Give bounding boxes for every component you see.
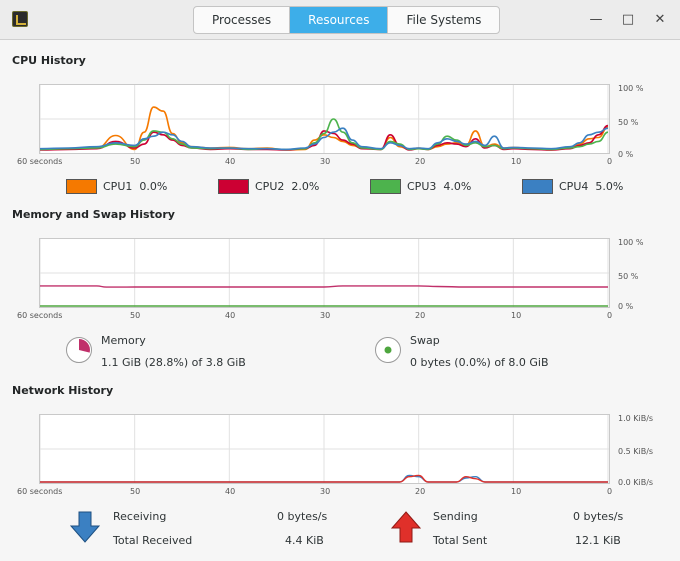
network-y-label-05: 0.5 KiB/s xyxy=(618,447,654,456)
memory-value: 1.1 GiB (28.8%) of 3.8 GiB xyxy=(101,356,246,369)
cpu3-color-swatch[interactable] xyxy=(370,178,401,194)
swap-label: Swap xyxy=(410,334,440,347)
sending-label: Sending xyxy=(433,510,478,523)
memory-x-label: 30 xyxy=(320,311,331,320)
cpu1-name: CPU1 xyxy=(103,179,133,193)
total-sent-value: 12.1 KiB xyxy=(575,534,621,547)
close-button[interactable]: ✕ xyxy=(650,10,670,30)
cpu1-value: 0.0% xyxy=(139,179,168,193)
receiving-arrow-icon xyxy=(70,511,100,543)
cpu-y-label-0: 0 % xyxy=(618,150,634,159)
cpu-x-label: 10 xyxy=(511,157,522,166)
memory-x-label: 60 seconds xyxy=(17,311,63,320)
cpu3-value: 4.0% xyxy=(443,179,472,193)
total-received-value: 4.4 KiB xyxy=(285,534,324,547)
cpu2-value: 2.0% xyxy=(291,179,320,193)
swap-pie-icon[interactable] xyxy=(374,336,402,364)
network-x-label: 40 xyxy=(225,487,236,496)
network-x-label: 10 xyxy=(511,487,522,496)
title-bar: Processes Resources File Systems — □ ✕ xyxy=(0,0,680,40)
network-y-label-1: 1.0 KiB/s xyxy=(618,414,654,423)
memory-y-label-100: 100 % xyxy=(618,238,644,247)
network-x-label: 30 xyxy=(320,487,331,496)
network-y-label-0: 0.0 KiB/s xyxy=(618,478,654,487)
cpu-y-label-100: 100 % xyxy=(618,84,644,93)
cpu4-value: 5.0% xyxy=(595,179,624,193)
cpu-y-label-50: 50 % xyxy=(618,118,639,127)
view-tabs: Processes Resources File Systems xyxy=(193,6,501,34)
sending-value: 0 bytes/s xyxy=(573,510,624,523)
network-x-label: 20 xyxy=(415,487,426,496)
cpu1-color-swatch[interactable] xyxy=(66,178,97,194)
network-graph xyxy=(39,414,610,484)
memory-label: Memory xyxy=(101,334,146,347)
cpu1-legend[interactable]: CPU1 0.0% xyxy=(66,177,167,195)
tab-processes[interactable]: Processes xyxy=(194,7,291,33)
minimize-button[interactable]: — xyxy=(586,10,606,30)
network-x-label: 50 xyxy=(130,487,141,496)
tab-resources[interactable]: Resources xyxy=(290,7,389,33)
cpu4-name: CPU4 xyxy=(559,179,589,193)
sending-arrow-icon xyxy=(391,511,421,543)
total-received-label: Total Received xyxy=(113,534,193,547)
memory-graph xyxy=(39,238,610,308)
swap-pie-slice xyxy=(384,346,392,354)
cpu4-color-swatch[interactable] xyxy=(522,178,553,194)
tab-file-systems[interactable]: File Systems xyxy=(388,7,499,33)
cpu3-name: CPU3 xyxy=(407,179,437,193)
total-sent-label: Total Sent xyxy=(433,534,488,547)
cpu-history-title: CPU History xyxy=(12,54,86,67)
memory-y-label-50: 50 % xyxy=(618,272,639,281)
cpu-x-label: 50 xyxy=(130,157,141,166)
cpu-x-label: 0 xyxy=(607,157,613,166)
swap-value: 0 bytes (0.0%) of 8.0 GiB xyxy=(410,356,549,369)
network-chart-svg xyxy=(40,415,609,483)
cpu-x-label: 40 xyxy=(225,157,236,166)
memory-x-label: 20 xyxy=(415,311,426,320)
cpu-chart-svg xyxy=(40,85,609,153)
memory-chart-svg xyxy=(40,239,609,307)
network-x-label: 0 xyxy=(607,487,613,496)
cpu2-legend[interactable]: CPU2 2.0% xyxy=(218,177,319,195)
receiving-label: Receiving xyxy=(113,510,167,523)
cpu3-legend[interactable]: CPU3 4.0% xyxy=(370,177,471,195)
network-x-label: 60 seconds xyxy=(17,487,63,496)
cpu2-name: CPU2 xyxy=(255,179,285,193)
maximize-button[interactable]: □ xyxy=(618,10,638,30)
cpu4-legend[interactable]: CPU4 5.0% xyxy=(522,177,623,195)
memory-x-label: 0 xyxy=(607,311,613,320)
network-history-title: Network History xyxy=(12,384,114,397)
receiving-value: 0 bytes/s xyxy=(277,510,328,523)
memory-x-label: 40 xyxy=(225,311,236,320)
cpu-x-label: 30 xyxy=(320,157,331,166)
memory-history-title: Memory and Swap History xyxy=(12,208,175,221)
memory-x-label: 10 xyxy=(511,311,522,320)
cpu-graph xyxy=(39,84,610,154)
cpu-x-label: 20 xyxy=(415,157,426,166)
cpu-x-label: 60 seconds xyxy=(17,157,63,166)
memory-y-label-0: 0 % xyxy=(618,302,634,311)
memory-x-label: 50 xyxy=(130,311,141,320)
memory-pie-icon[interactable] xyxy=(65,336,93,364)
app-icon xyxy=(12,11,28,27)
cpu2-color-swatch[interactable] xyxy=(218,178,249,194)
